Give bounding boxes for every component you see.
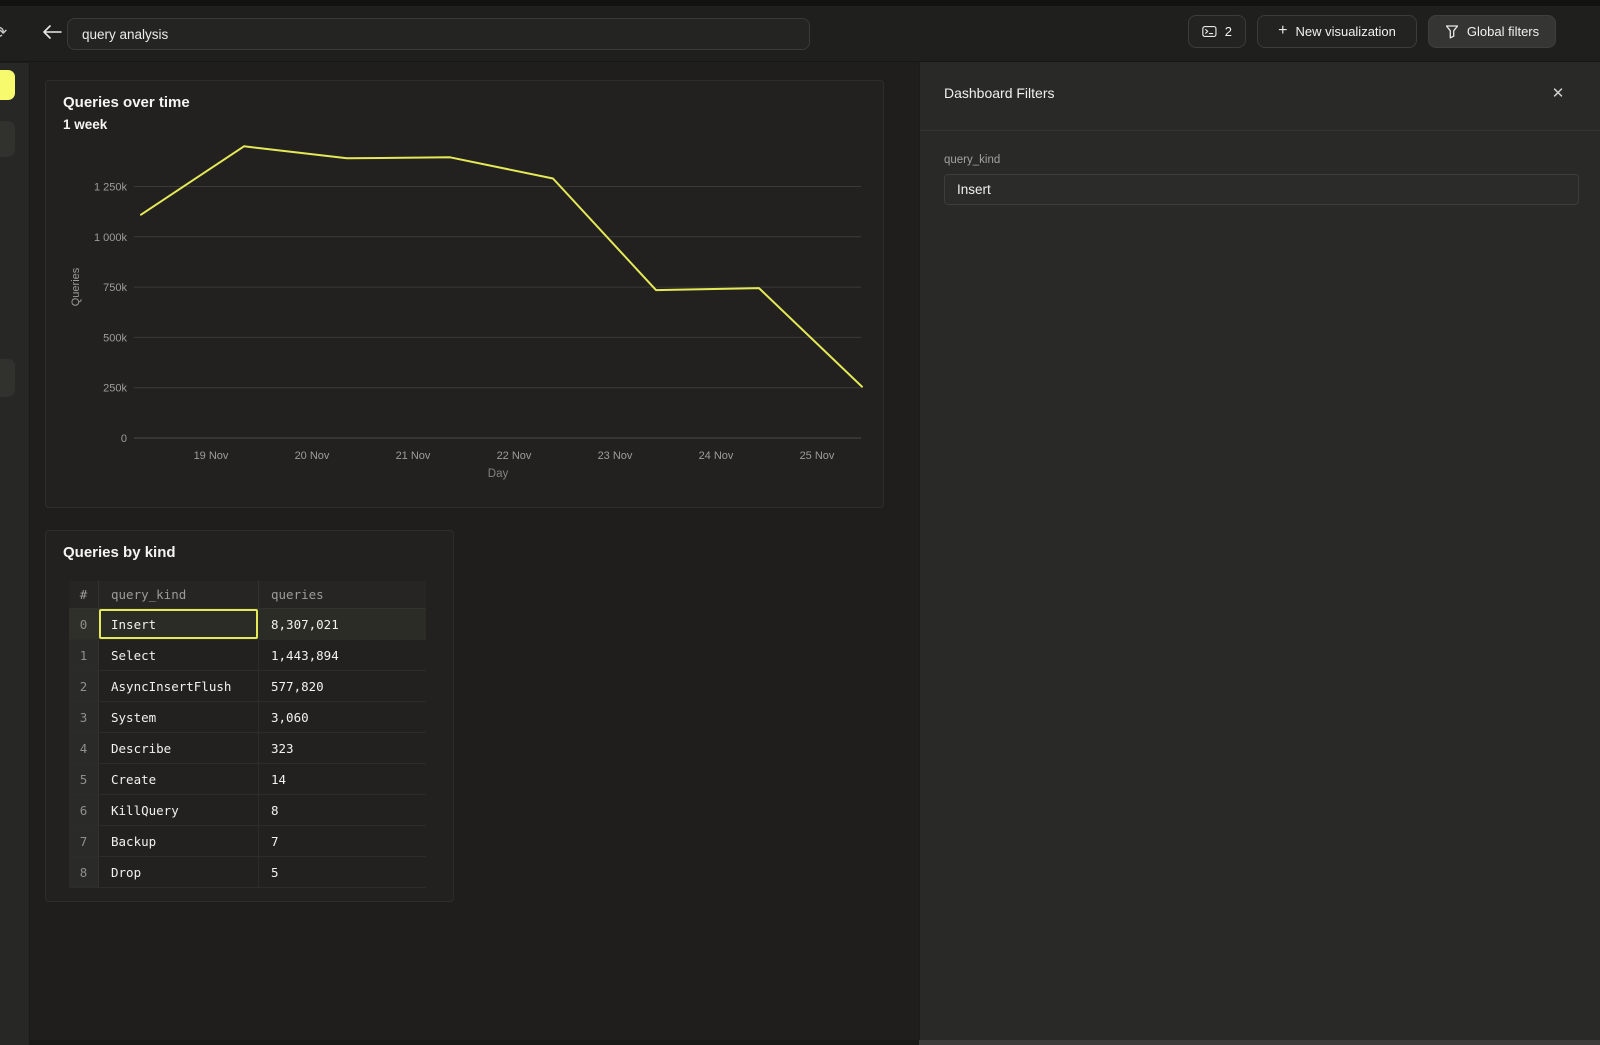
svg-text:1 000k: 1 000k (94, 232, 128, 244)
app-window: 2 + New visualization Global filters ⟳ Q… (0, 0, 1600, 1045)
row-index-cell: 3 (69, 702, 99, 733)
query-kind-cell[interactable]: Create (99, 764, 259, 795)
table-row: 3System3,060 (69, 702, 426, 733)
table-row: 8Drop5 (69, 857, 426, 888)
svg-text:24 Nov: 24 Nov (699, 450, 734, 462)
queries-value-cell[interactable]: 323 (259, 733, 426, 764)
column-header-queries[interactable]: queries (259, 581, 426, 609)
table-row: 2AsyncInsertFlush577,820 (69, 671, 426, 702)
global-filters-label: Global filters (1467, 24, 1539, 39)
filters-panel-header: Dashboard Filters ✕ (920, 62, 1600, 131)
table-header-row: # query_kind queries (69, 581, 426, 609)
queries-table-body: 0Insert8,307,0211Select1,443,8942AsyncIn… (69, 609, 426, 888)
svg-text:500k: 500k (103, 332, 127, 344)
new-visualization-button[interactable]: + New visualization (1257, 15, 1417, 48)
global-filters-button[interactable]: Global filters (1428, 15, 1556, 48)
terminal-icon (1202, 24, 1217, 39)
close-filters-button[interactable]: ✕ (1546, 81, 1570, 105)
table-row: 1Select1,443,894 (69, 640, 426, 671)
table-row: 7Backup7 (69, 826, 426, 857)
arrow-left-icon (42, 25, 62, 39)
queries-value-cell[interactable]: 8,307,021 (259, 609, 426, 640)
query-kind-cell[interactable]: Describe (99, 733, 259, 764)
sidebar-dashboard-tile[interactable] (0, 121, 15, 157)
top-toolbar: 2 + New visualization Global filters (0, 6, 1600, 62)
svg-text:25 Nov: 25 Nov (800, 450, 835, 462)
queries-by-kind-card[interactable]: Queries by kind # query_kind queries 0In… (45, 530, 454, 902)
bottom-edge-right (919, 1040, 1600, 1045)
row-index-cell: 1 (69, 640, 99, 671)
row-index-cell: 0 (69, 609, 99, 640)
table-row: 0Insert8,307,021 (69, 609, 426, 640)
row-index-cell: 4 (69, 733, 99, 764)
queries-value-cell[interactable]: 3,060 (259, 702, 426, 733)
sidebar-active-dashboard-tile[interactable] (0, 70, 15, 100)
query-kind-filter-input[interactable] (944, 174, 1579, 205)
funnel-icon (1445, 24, 1459, 39)
svg-text:Day: Day (488, 468, 509, 480)
query-kind-cell[interactable]: KillQuery (99, 795, 259, 826)
query-kind-cell[interactable]: AsyncInsertFlush (99, 671, 259, 702)
queries-value-cell[interactable]: 14 (259, 764, 426, 795)
queries-table: # query_kind queries 0Insert8,307,0211Se… (69, 581, 426, 888)
query-kind-cell[interactable]: Drop (99, 857, 259, 888)
queries-over-time-card[interactable]: Queries over time 1 week 0250k500k750k1 … (45, 80, 884, 508)
table-title: Queries by kind (63, 544, 176, 561)
row-index-cell: 8 (69, 857, 99, 888)
queries-value-cell[interactable]: 7 (259, 826, 426, 857)
row-index-cell: 7 (69, 826, 99, 857)
svg-text:1 250k: 1 250k (94, 182, 128, 194)
query-kind-cell[interactable]: Backup (99, 826, 259, 857)
query-kind-cell[interactable]: System (99, 702, 259, 733)
svg-text:Queries: Queries (70, 267, 82, 306)
query-kind-cell[interactable]: Insert (99, 609, 259, 640)
table-row: 4Describe323 (69, 733, 426, 764)
svg-text:20 Nov: 20 Nov (295, 450, 330, 462)
back-button[interactable] (38, 20, 66, 48)
row-index-cell: 5 (69, 764, 99, 795)
row-index-cell: 6 (69, 795, 99, 826)
queries-line-chart: 0 250k 500k 750k 1 000k 1 250k 19 Nov 20 Nov 21 … (46, 81, 883, 491)
filter-field-label: query_kind (944, 154, 1000, 166)
dashboard-title-input[interactable] (67, 18, 810, 50)
svg-text:19 Nov: 19 Nov (194, 450, 229, 462)
queries-value-cell[interactable]: 5 (259, 857, 426, 888)
filters-panel-title: Dashboard Filters (944, 85, 1055, 101)
console-count-button[interactable]: 2 (1188, 15, 1246, 48)
svg-text:250k: 250k (103, 383, 127, 395)
close-icon: ✕ (1552, 85, 1565, 102)
column-header-index[interactable]: # (69, 581, 99, 609)
queries-value-cell[interactable]: 577,820 (259, 671, 426, 702)
plus-icon: + (1278, 22, 1287, 40)
console-count: 2 (1225, 24, 1232, 39)
svg-text:22 Nov: 22 Nov (497, 450, 532, 462)
sidebar-dashboard-tile[interactable] (0, 359, 15, 397)
row-index-cell: 2 (69, 671, 99, 702)
table-row: 5Create14 (69, 764, 426, 795)
table-row: 6KillQuery8 (69, 795, 426, 826)
new-visualization-label: New visualization (1295, 24, 1395, 39)
dashboard-canvas: Queries over time 1 week 0250k500k750k1 … (30, 62, 919, 1040)
left-sidebar (0, 63, 30, 1045)
query-kind-cell[interactable]: Select (99, 640, 259, 671)
svg-text:21 Nov: 21 Nov (396, 450, 431, 462)
queries-value-cell[interactable]: 1,443,894 (259, 640, 426, 671)
svg-text:0: 0 (121, 433, 127, 445)
history-icon[interactable]: ⟳ (0, 23, 23, 43)
queries-value-cell[interactable]: 8 (259, 795, 426, 826)
svg-text:23 Nov: 23 Nov (598, 450, 633, 462)
dashboard-filters-panel: Dashboard Filters ✕ query_kind (919, 62, 1600, 1040)
column-header-query-kind[interactable]: query_kind (99, 581, 259, 609)
bottom-edge-left (0, 1040, 919, 1045)
svg-text:750k: 750k (103, 282, 127, 294)
